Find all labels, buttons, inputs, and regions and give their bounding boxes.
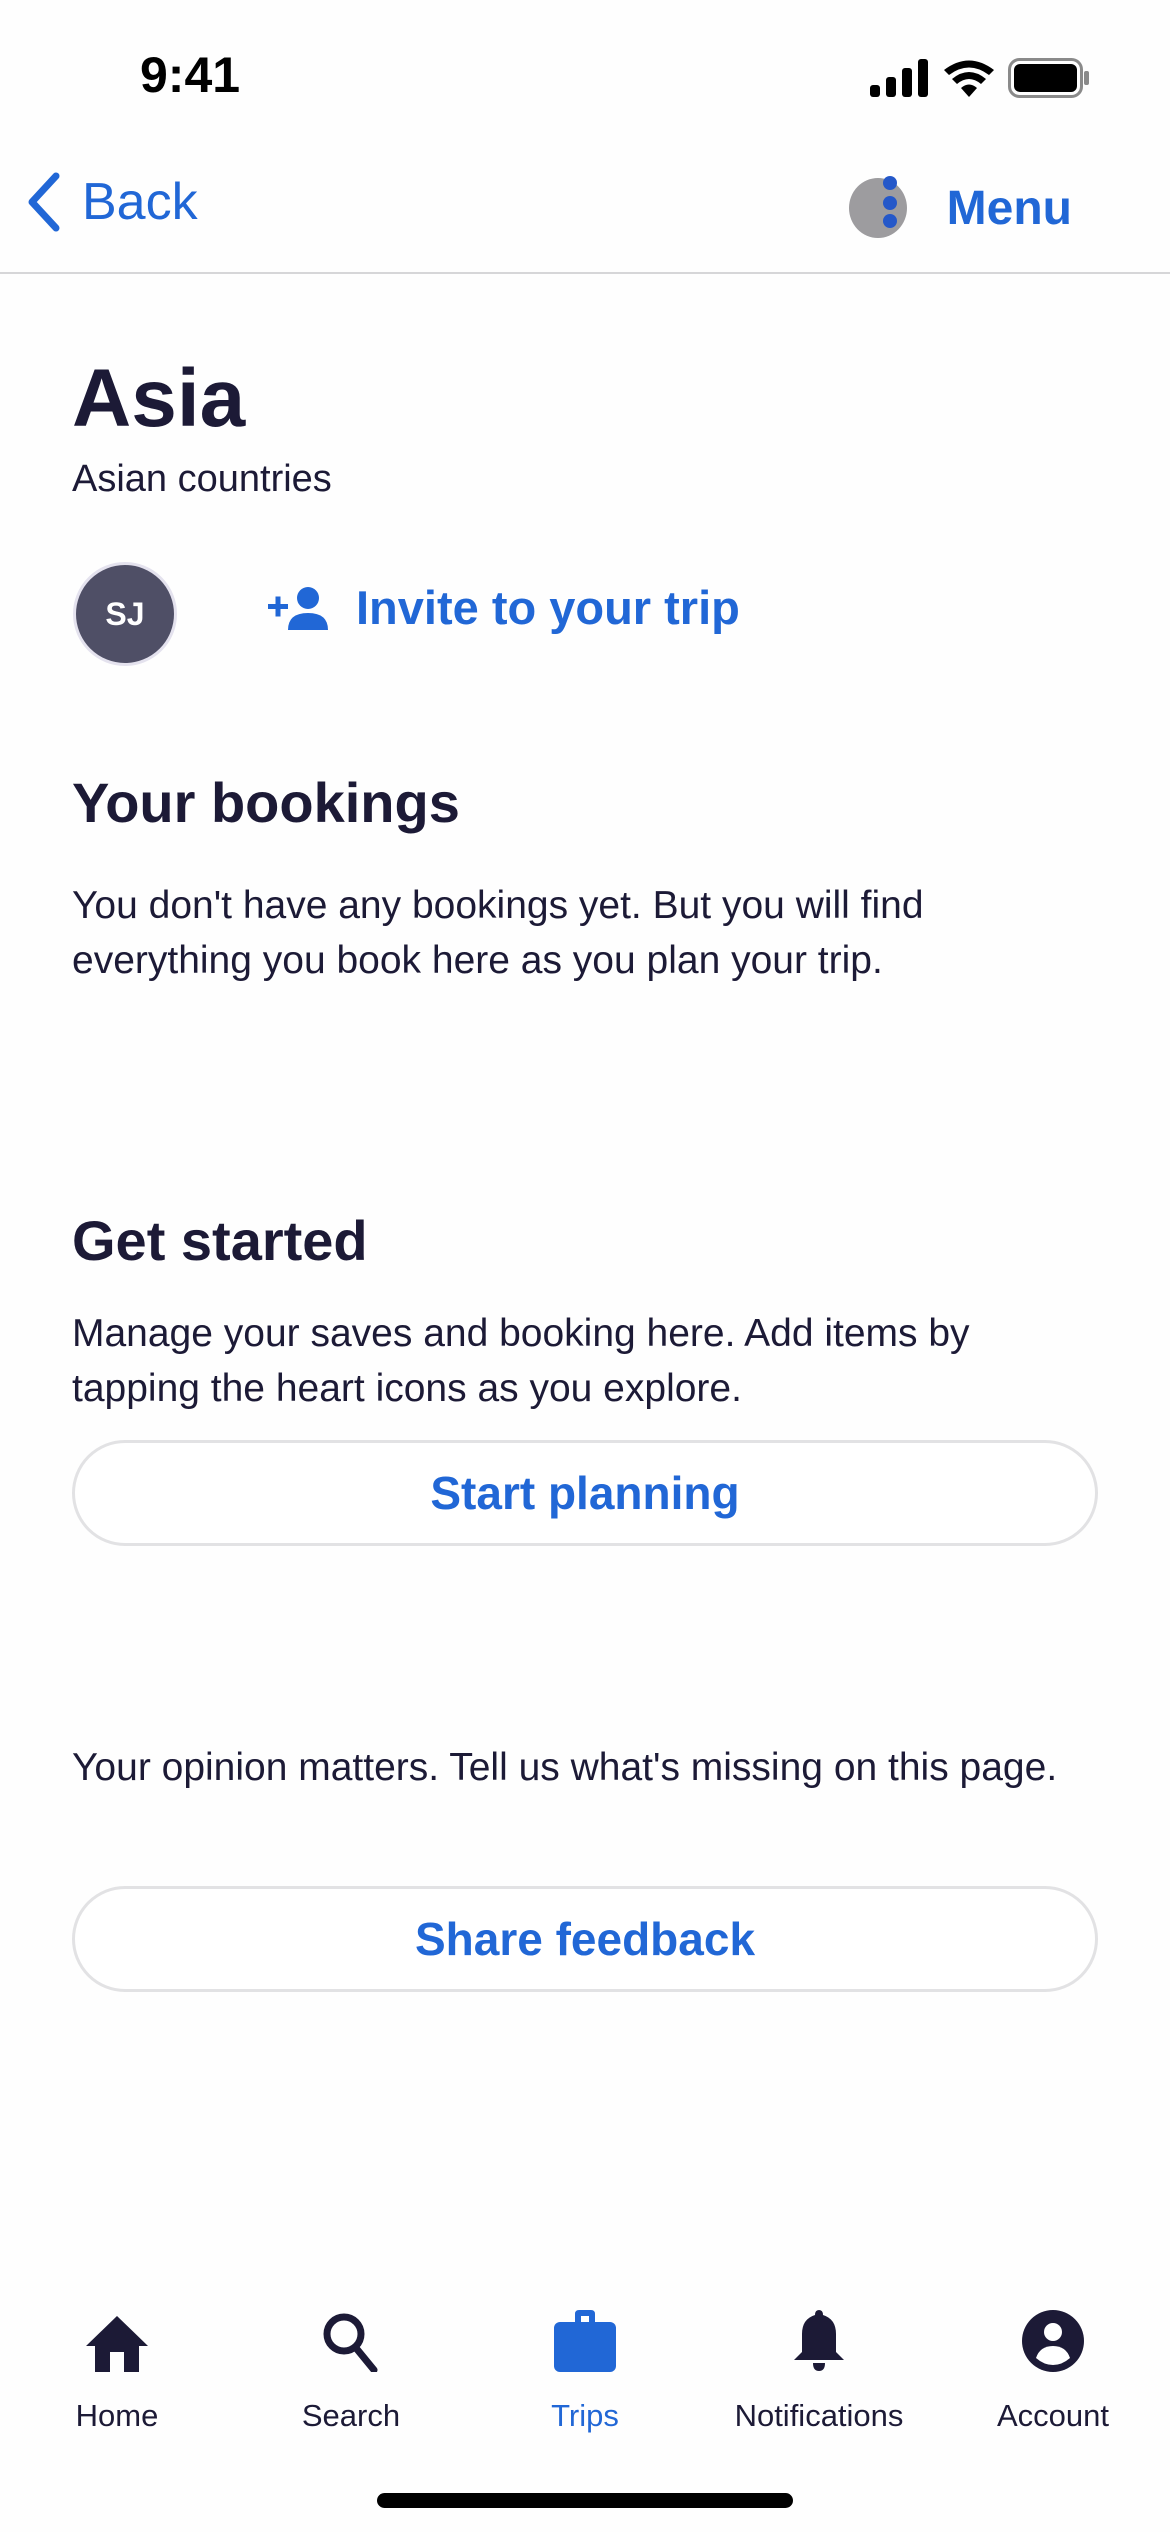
tab-notifications[interactable]: Notifications xyxy=(702,2296,936,2434)
account-icon xyxy=(1022,2310,1084,2372)
invite-label: Invite to your trip xyxy=(356,581,740,634)
tab-bar: Home Search Trips Notifications Account xyxy=(0,2296,1170,2434)
home-icon xyxy=(86,2316,148,2372)
tab-label: Trips xyxy=(551,2398,619,2433)
bookings-text: You don't have any bookings yet. But you… xyxy=(72,884,924,982)
add-person-icon xyxy=(268,586,328,630)
menu-button[interactable]: Menu xyxy=(848,176,1072,238)
bookings-heading: Your bookings xyxy=(72,771,460,834)
chevron-left-icon xyxy=(28,172,60,232)
get-started-text: Manage your saves and booking here. Add … xyxy=(72,1312,970,1410)
briefcase-icon xyxy=(554,2310,616,2372)
battery-icon xyxy=(1008,58,1089,98)
tab-label: Notifications xyxy=(734,2398,904,2433)
signal-icon xyxy=(870,59,928,97)
back-button[interactable]: Back xyxy=(24,172,198,232)
tab-label: Home xyxy=(75,2398,159,2433)
search-icon xyxy=(323,2313,378,2372)
nav-divider xyxy=(0,272,1170,274)
avatar[interactable]: SJ xyxy=(73,562,177,666)
wifi-icon xyxy=(944,60,994,97)
menu-label: Menu xyxy=(946,181,1072,235)
tab-account[interactable]: Account xyxy=(936,2296,1170,2434)
home-indicator xyxy=(377,2493,793,2508)
share-feedback-button[interactable]: Share feedback xyxy=(72,1886,1098,1992)
tab-trips[interactable]: Trips xyxy=(468,2296,702,2434)
status-time: 9:41 xyxy=(140,47,241,103)
tab-label: Account xyxy=(996,2398,1109,2433)
status-icons xyxy=(870,58,1090,98)
tab-label: Search xyxy=(301,2398,401,2433)
tab-home[interactable]: Home xyxy=(0,2296,234,2434)
page-subtitle: Asian countries xyxy=(72,458,332,500)
bell-icon xyxy=(794,2310,844,2371)
start-planning-button[interactable]: Start planning xyxy=(72,1440,1098,1546)
more-vertical-icon xyxy=(848,176,907,238)
invite-button[interactable]: Invite to your trip xyxy=(268,580,740,635)
feedback-text: Your opinion matters. Tell us what's mis… xyxy=(72,1746,1058,1789)
get-started-heading: Get started xyxy=(72,1209,368,1272)
back-label: Back xyxy=(82,173,198,231)
tab-search[interactable]: Search xyxy=(234,2296,468,2434)
page-title: Asia xyxy=(72,353,246,444)
